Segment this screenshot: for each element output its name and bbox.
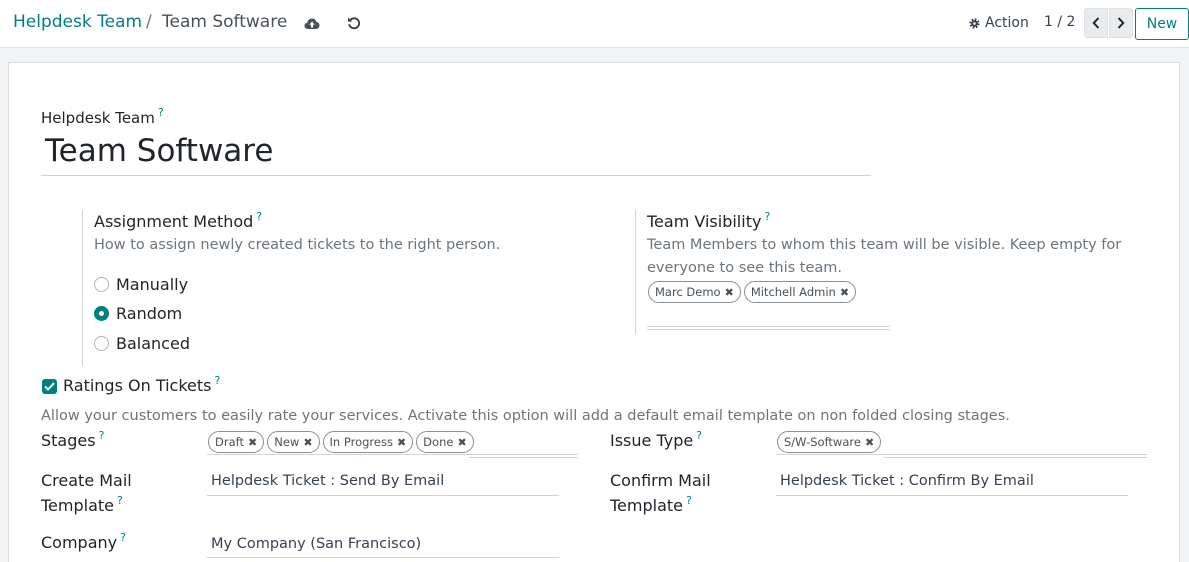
assignment-radio-manually[interactable] bbox=[94, 277, 109, 292]
company-label-text: Company bbox=[41, 533, 118, 552]
create-mail-template-input[interactable]: Helpdesk Ticket : Send By Email bbox=[211, 473, 444, 489]
issue-type-tags[interactable]: S/W-Software ✖ bbox=[777, 431, 882, 453]
issue-type-input-underline-2 bbox=[884, 457, 1147, 458]
team-visibility-input-underline[interactable] bbox=[647, 326, 890, 327]
cloud-upload-icon[interactable] bbox=[303, 14, 321, 32]
breadcrumb-current: Team Software bbox=[162, 12, 288, 32]
close-icon[interactable]: ✖ bbox=[725, 286, 734, 299]
team-visibility-tags[interactable]: Marc Demo ✖ Mitchell Admin ✖ bbox=[648, 281, 857, 303]
gear-icon bbox=[968, 17, 981, 30]
control-panel: Helpdesk Team / Team Software Action 1 /… bbox=[0, 0, 1189, 48]
team-visibility-label-text: Team Visibility bbox=[647, 212, 762, 231]
chevron-left-icon bbox=[1092, 17, 1100, 29]
close-icon[interactable]: ✖ bbox=[303, 436, 312, 449]
breadcrumb-separator: / bbox=[146, 12, 152, 32]
confirm-mail-template-input[interactable]: Helpdesk Ticket : Confirm By Email bbox=[780, 473, 1034, 489]
issue-type-label-text: Issue Type bbox=[610, 431, 694, 450]
team-visibility-description-line1: Team Members to whom this team will be v… bbox=[647, 237, 1122, 253]
stages-input-underline-2 bbox=[469, 457, 578, 458]
create-mail-label-line2: Template? bbox=[41, 494, 123, 515]
close-icon[interactable]: ✖ bbox=[457, 436, 466, 449]
action-label: Action bbox=[985, 15, 1029, 31]
assignment-group-border bbox=[82, 210, 83, 366]
issue-type-label: Issue Type? bbox=[610, 429, 702, 450]
team-visibility-description-line2: everyone to see this team. bbox=[647, 260, 843, 276]
assignment-radio-balanced[interactable] bbox=[94, 336, 109, 351]
stage-tag[interactable]: Draft ✖ bbox=[208, 431, 265, 453]
form-sheet: Helpdesk Team? Team Software Assignment … bbox=[8, 62, 1180, 562]
help-tooltip-icon[interactable]: ? bbox=[99, 429, 105, 442]
ratings-label: Ratings On Tickets? bbox=[63, 374, 221, 395]
assignment-method-label-text: Assignment Method bbox=[94, 212, 254, 231]
breadcrumb-parent-link[interactable]: Helpdesk Team bbox=[13, 12, 142, 32]
issue-type-tag[interactable]: S/W-Software ✖ bbox=[777, 431, 882, 453]
stage-tag[interactable]: New ✖ bbox=[267, 431, 320, 453]
help-tooltip-icon[interactable]: ? bbox=[120, 531, 126, 544]
visibility-tag-label: Marc Demo bbox=[655, 285, 721, 299]
create-mail-template-underline bbox=[207, 495, 559, 496]
help-tooltip-icon[interactable]: ? bbox=[117, 494, 123, 507]
assignment-option-manually[interactable]: Manually bbox=[116, 275, 188, 294]
close-icon[interactable]: ✖ bbox=[397, 436, 406, 449]
stages-input-underline[interactable] bbox=[207, 454, 578, 455]
pager-next-button[interactable] bbox=[1109, 8, 1133, 38]
create-mail-label-line1: Create Mail bbox=[41, 471, 132, 490]
ratings-checkbox[interactable] bbox=[42, 379, 57, 394]
team-visibility-input-underline-2 bbox=[647, 329, 890, 330]
new-record-button[interactable]: New bbox=[1135, 8, 1189, 40]
company-input[interactable]: My Company (San Francisco) bbox=[211, 536, 421, 552]
assignment-option-balanced[interactable]: Balanced bbox=[116, 334, 190, 353]
create-mail-label-line2-text: Template bbox=[41, 496, 115, 515]
team-visibility-label: Team Visibility? bbox=[647, 210, 770, 231]
close-icon[interactable]: ✖ bbox=[865, 436, 874, 449]
stage-tag-label: New bbox=[274, 435, 300, 449]
help-tooltip-icon[interactable]: ? bbox=[764, 210, 770, 223]
stage-tag[interactable]: In Progress ✖ bbox=[322, 431, 414, 453]
company-label: Company? bbox=[41, 531, 126, 552]
stages-label-text: Stages bbox=[41, 431, 96, 450]
assignment-method-description: How to assign newly created tickets to t… bbox=[94, 237, 501, 253]
help-tooltip-icon[interactable]: ? bbox=[158, 106, 164, 119]
chevron-right-icon bbox=[1117, 17, 1125, 29]
visibility-tag[interactable]: Marc Demo ✖ bbox=[648, 281, 741, 303]
confirm-mail-label-line2: Template? bbox=[610, 494, 692, 515]
assignment-method-label: Assignment Method? bbox=[94, 210, 262, 231]
undo-icon[interactable] bbox=[345, 14, 363, 32]
stages-tags[interactable]: Draft ✖ New ✖ In Progress ✖ Done ✖ bbox=[208, 431, 474, 453]
ratings-description: Allow your customers to easily rate your… bbox=[41, 408, 1010, 424]
ratings-label-text: Ratings On Tickets bbox=[63, 376, 212, 395]
stage-tag-label: Draft bbox=[215, 435, 244, 449]
close-icon[interactable]: ✖ bbox=[840, 286, 849, 299]
issue-type-input-underline[interactable] bbox=[776, 454, 1147, 455]
checkmark-icon bbox=[44, 382, 55, 391]
assignment-option-random[interactable]: Random bbox=[116, 304, 182, 323]
stage-tag[interactable]: Done ✖ bbox=[416, 431, 474, 453]
help-tooltip-icon[interactable]: ? bbox=[686, 494, 692, 507]
visibility-tag[interactable]: Mitchell Admin ✖ bbox=[743, 281, 857, 303]
visibility-group-border bbox=[635, 210, 636, 334]
confirm-mail-label-line1: Confirm Mail bbox=[610, 471, 711, 490]
pager-value[interactable]: 1 / 2 bbox=[1044, 14, 1075, 30]
team-name-underline bbox=[41, 175, 871, 176]
help-tooltip-icon[interactable]: ? bbox=[215, 374, 221, 387]
team-name-label: Helpdesk Team? bbox=[41, 106, 164, 127]
stages-label: Stages? bbox=[41, 429, 105, 450]
close-icon[interactable]: ✖ bbox=[248, 436, 257, 449]
confirm-mail-label-line2-text: Template bbox=[610, 496, 684, 515]
team-name-input[interactable]: Team Software bbox=[45, 133, 273, 169]
stage-tag-label: Done bbox=[423, 435, 454, 449]
action-menu-button[interactable]: Action bbox=[968, 13, 1029, 33]
help-tooltip-icon[interactable]: ? bbox=[256, 210, 262, 223]
team-name-label-text: Helpdesk Team bbox=[41, 109, 155, 127]
visibility-tag-label: Mitchell Admin bbox=[750, 285, 836, 299]
confirm-mail-template-underline bbox=[776, 495, 1128, 496]
stage-tag-label: In Progress bbox=[329, 435, 393, 449]
pager-previous-button[interactable] bbox=[1084, 8, 1108, 38]
issue-type-tag-label: S/W-Software bbox=[784, 435, 861, 449]
help-tooltip-icon[interactable]: ? bbox=[696, 429, 702, 442]
assignment-radio-random[interactable] bbox=[94, 306, 109, 321]
company-underline bbox=[207, 557, 559, 558]
